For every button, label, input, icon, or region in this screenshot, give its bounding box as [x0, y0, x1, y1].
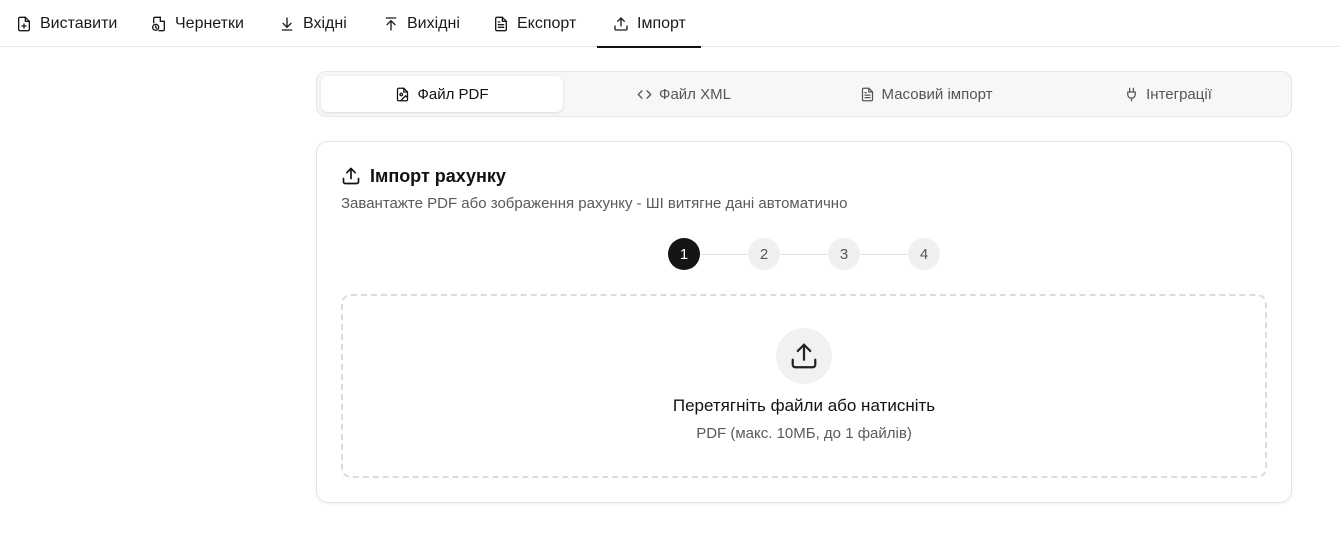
subtab-xml-file[interactable]: Файл XML: [563, 76, 805, 112]
step-connector: [700, 253, 748, 255]
draft-icon: [151, 16, 167, 32]
import-icon: [613, 16, 629, 32]
step-4[interactable]: 4: [908, 238, 940, 270]
card-title: Імпорт рахунку: [370, 165, 506, 186]
code-icon: [637, 87, 652, 102]
tab-label: Вихідні: [407, 14, 460, 32]
tab-label: Чернетки: [175, 14, 244, 32]
file-dropzone[interactable]: Перетягніть файли або натисніть PDF (мак…: [341, 294, 1267, 478]
step-connector: [780, 253, 828, 255]
upload-icon: [383, 16, 399, 32]
tab-import[interactable]: Імпорт: [597, 0, 701, 48]
step-connector: [860, 253, 908, 255]
dropzone-title: Перетягніть файли або натисніть: [672, 396, 936, 415]
file-plus-icon: [16, 16, 32, 32]
step-1[interactable]: 1: [668, 238, 700, 270]
card-subtitle: Завантажте PDF або зображення рахунку - …: [341, 195, 848, 212]
subtab-pdf-file[interactable]: Файл PDF: [321, 76, 563, 112]
subtab-label: Інтеграції: [1146, 85, 1212, 103]
subtab-integrations[interactable]: Інтеграції: [1047, 76, 1289, 112]
tab-outgoing[interactable]: Вихідні: [383, 0, 460, 47]
download-icon: [279, 16, 295, 32]
tab-label: Експорт: [517, 14, 577, 32]
top-navigation: Виставити Чернетки Вхідні Вихідні Експор…: [0, 0, 1340, 48]
subtab-label: Файл PDF: [417, 85, 489, 103]
import-method-tabs: Файл PDF Файл XML Масовий імпорт Інтегра…: [316, 71, 1292, 117]
import-icon: [341, 166, 361, 186]
dropzone-hint: PDF (макс. 10МБ, до 1 файлів): [696, 425, 912, 442]
tab-label: Вхідні: [303, 14, 347, 32]
file-text-icon: [860, 87, 875, 102]
file-text-icon: [493, 16, 509, 32]
tab-label: Імпорт: [637, 14, 686, 32]
upload-icon: [776, 328, 832, 384]
subtab-label: Файл XML: [659, 85, 731, 103]
step-3[interactable]: 3: [828, 238, 860, 270]
tab-incoming[interactable]: Вхідні: [279, 0, 347, 47]
step-2[interactable]: 2: [748, 238, 780, 270]
card-heading: Імпорт рахунку: [341, 164, 506, 188]
step-indicator: 1 2 3 4: [668, 238, 940, 270]
tab-drafts[interactable]: Чернетки: [151, 0, 244, 47]
tab-label: Виставити: [40, 14, 118, 32]
tab-export[interactable]: Експорт: [493, 0, 576, 47]
file-image-icon: [395, 87, 410, 102]
subtab-label: Масовий імпорт: [881, 85, 993, 103]
subtab-bulk-import[interactable]: Масовий імпорт: [805, 76, 1047, 112]
tab-create-invoice[interactable]: Виставити: [16, 0, 117, 47]
import-invoice-card: Імпорт рахунку Завантажте PDF або зображ…: [316, 141, 1292, 503]
plug-icon: [1124, 87, 1139, 102]
